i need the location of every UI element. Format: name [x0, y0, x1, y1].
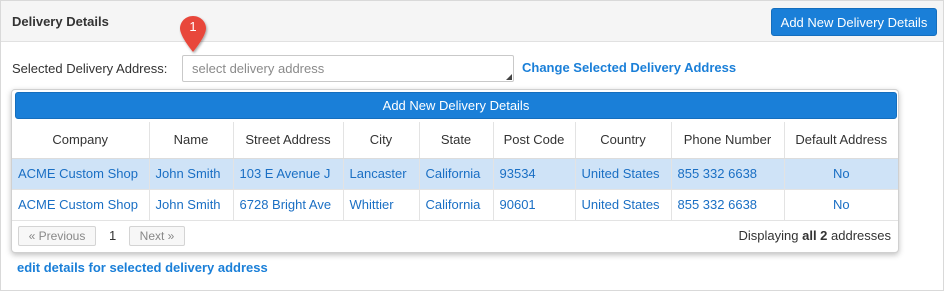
column-header-post-code[interactable]: Post Code: [493, 122, 576, 159]
step-marker-number: 1: [189, 19, 197, 34]
delivery-address-input[interactable]: [182, 55, 514, 82]
cell-city: Lancaster: [343, 158, 420, 190]
cell-state: California: [419, 158, 494, 190]
cell-street-address: 6728 Bright Ave: [233, 189, 344, 221]
cell-street-address: 103 E Avenue J: [233, 158, 344, 190]
cell-post-code: 90601: [493, 189, 576, 221]
delivery-address-table: Company Name Street Address City State P…: [12, 122, 898, 221]
change-selected-delivery-address-link[interactable]: Change Selected Delivery Address: [522, 60, 736, 75]
column-header-name[interactable]: Name: [149, 122, 234, 159]
cell-city: Whittier: [343, 189, 420, 221]
panel-header: Delivery Details Add New Delivery Detail…: [1, 1, 943, 42]
column-header-street-address[interactable]: Street Address: [233, 122, 344, 159]
cell-default-address: No: [784, 158, 898, 190]
cell-country: United States: [575, 189, 672, 221]
next-page-button[interactable]: Next »: [129, 226, 185, 246]
cell-company: ACME Custom Shop: [12, 189, 150, 221]
panel-title: Delivery Details: [12, 14, 109, 29]
delivery-address-dropdown: Add New Delivery Details Company Name St…: [11, 89, 899, 253]
cell-state: California: [419, 189, 494, 221]
displaying-prefix: Displaying: [738, 228, 803, 243]
column-header-country[interactable]: Country: [575, 122, 672, 159]
cell-post-code: 93534: [493, 158, 576, 190]
cell-name: John Smith: [149, 158, 234, 190]
column-header-city[interactable]: City: [343, 122, 420, 159]
displaying-suffix: addresses: [827, 228, 891, 243]
column-header-phone-number[interactable]: Phone Number: [671, 122, 785, 159]
add-new-delivery-details-button[interactable]: Add New Delivery Details: [771, 8, 937, 36]
column-header-default-address[interactable]: Default Address: [784, 122, 898, 159]
table-header-row: Company Name Street Address City State P…: [12, 122, 898, 159]
step-marker: 1: [179, 15, 213, 55]
cell-default-address: No: [784, 189, 898, 221]
previous-page-button[interactable]: « Previous: [18, 226, 96, 246]
cell-company: ACME Custom Shop: [12, 158, 150, 190]
table-row[interactable]: ACME Custom Shop John Smith 103 E Avenue…: [12, 158, 898, 190]
cell-name: John Smith: [149, 189, 234, 221]
table-row[interactable]: ACME Custom Shop John Smith 6728 Bright …: [12, 189, 898, 221]
displaying-count-text: Displaying all 2 addresses: [739, 228, 891, 243]
displaying-count: all 2: [802, 228, 828, 243]
edit-selected-delivery-address-link[interactable]: edit details for selected delivery addre…: [17, 260, 268, 275]
current-page-number: 1: [109, 228, 117, 243]
delivery-details-panel: Delivery Details Add New Delivery Detail…: [0, 0, 944, 291]
column-header-company[interactable]: Company: [12, 122, 150, 159]
selected-delivery-address-label: Selected Delivery Address:: [12, 61, 168, 76]
dropdown-add-new-delivery-details-button[interactable]: Add New Delivery Details: [15, 92, 897, 119]
column-header-state[interactable]: State: [419, 122, 494, 159]
cell-country: United States: [575, 158, 672, 190]
cell-phone-number: 855 332 6638: [671, 189, 785, 221]
cell-phone-number: 855 332 6638: [671, 158, 785, 190]
